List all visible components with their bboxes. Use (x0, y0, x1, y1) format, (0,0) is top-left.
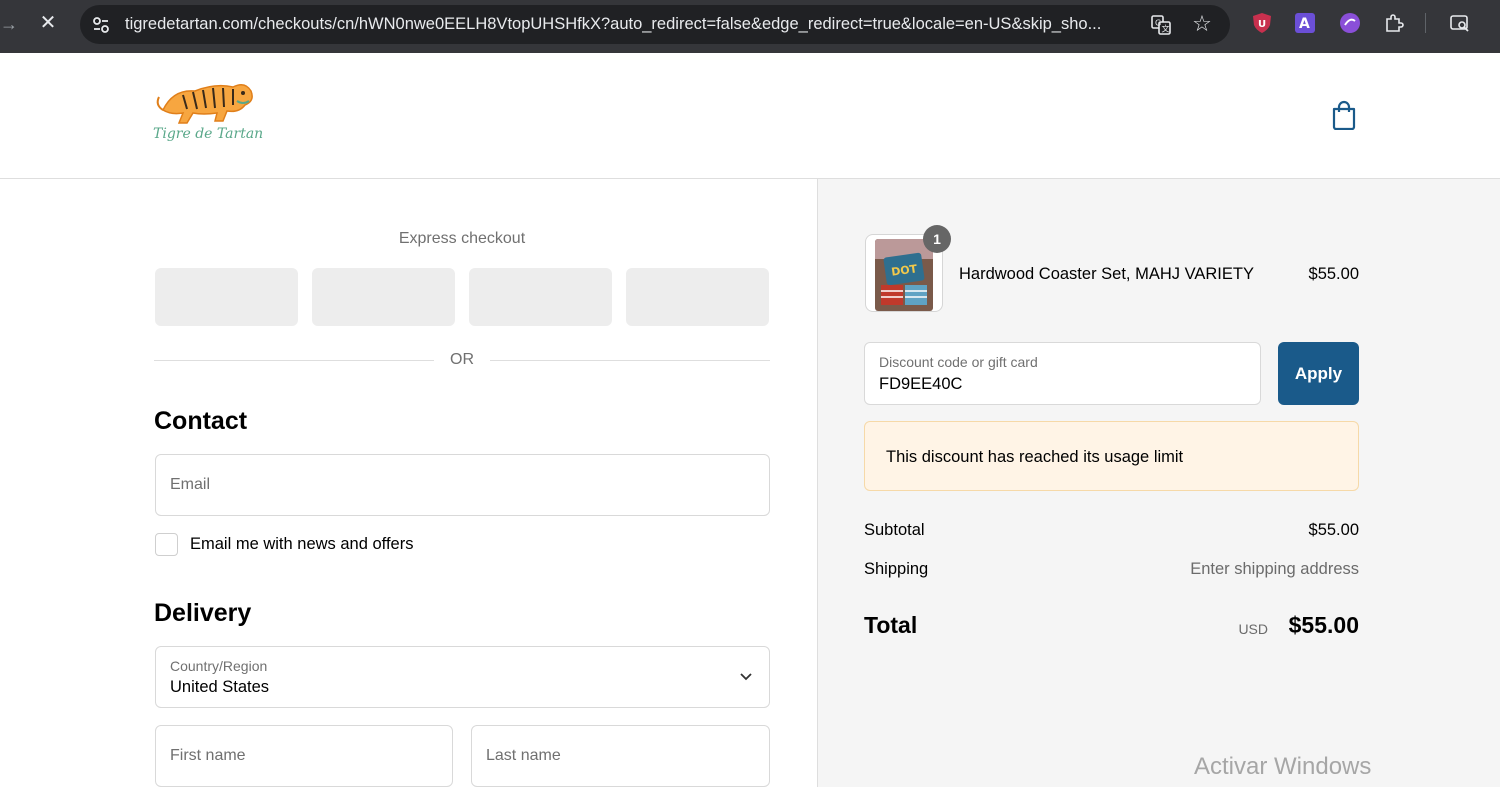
svg-text:A: A (1299, 16, 1310, 32)
browser-toolbar: → ✕ tigredetartan.com/checkouts/cn/hWN0n… (0, 0, 1500, 53)
extensions-puzzle-icon[interactable] (1383, 12, 1405, 34)
first-name-field[interactable]: First name (155, 725, 453, 787)
discount-error-alert: This discount has reached its usage limi… (864, 421, 1359, 491)
windows-activation-watermark: Activar Windows (1194, 753, 1372, 780)
express-payment-button[interactable] (626, 268, 769, 326)
discount-code-field[interactable]: Discount code or gift card FD9EE40C (864, 342, 1261, 405)
divider-line (490, 360, 770, 361)
shopping-bag-icon[interactable] (1330, 100, 1358, 130)
svg-text:文: 文 (1162, 24, 1170, 34)
font-extension-icon[interactable]: A (1294, 12, 1316, 34)
tiger-logo-icon (156, 84, 253, 124)
contact-heading: Contact (154, 407, 248, 435)
address-bar[interactable]: tigredetartan.com/checkouts/cn/hWN0nwe0E… (80, 5, 1230, 44)
subtotal-value: $55.00 (1308, 521, 1359, 539)
toolbar-divider (1425, 13, 1426, 33)
product-price: $55.00 (1308, 265, 1359, 283)
shipping-value: Enter shipping address (1190, 560, 1359, 578)
shipping-label: Shipping (864, 560, 929, 578)
or-divider: OR (154, 351, 770, 371)
country-select[interactable]: Country/Region United States (155, 646, 770, 708)
order-summary: DOT 1 Hardwood Coaster Set, MAHJ VARIETY… (817, 179, 1500, 787)
logo-text: Tigre de Tartan (153, 126, 264, 142)
first-name-placeholder: First name (170, 747, 246, 764)
stop-loading-icon[interactable]: ✕ (36, 11, 60, 35)
product-name: Hardwood Coaster Set, MAHJ VARIETY (959, 265, 1254, 283)
email-placeholder: Email (170, 476, 211, 493)
express-payment-button[interactable] (155, 268, 298, 326)
svg-text:U: U (1258, 19, 1266, 30)
apply-discount-button[interactable]: Apply (1278, 342, 1359, 405)
site-settings-icon[interactable] (90, 14, 112, 36)
total-label: Total (864, 612, 918, 638)
tab-search-icon[interactable] (1449, 12, 1471, 34)
product-image: DOT (875, 239, 933, 311)
forward-arrow-icon[interactable]: → (0, 12, 18, 36)
quantity-badge: 1 (923, 225, 951, 253)
url-text[interactable]: tigredetartan.com/checkouts/cn/hWN0nwe0E… (125, 5, 1135, 44)
last-name-placeholder: Last name (486, 747, 561, 764)
express-payment-button[interactable] (469, 268, 612, 326)
email-field[interactable]: Email (155, 454, 770, 516)
subtotal-label: Subtotal (864, 521, 925, 539)
site-header: Tigre de Tartan (0, 53, 1500, 179)
express-payment-button[interactable] (312, 268, 455, 326)
discount-label: Discount code or gift card (879, 354, 1038, 370)
newsletter-label[interactable]: Email me with news and offers (190, 535, 413, 554)
newsletter-checkbox[interactable] (155, 533, 178, 556)
bookmark-star-icon[interactable]: ☆ (1190, 12, 1214, 36)
country-value: United States (170, 678, 270, 696)
translate-icon[interactable]: G 文 (1150, 14, 1172, 36)
delivery-heading: Delivery (154, 599, 252, 627)
checkout-form: Express checkout OR Contact Email Email … (0, 179, 817, 787)
ublock-extension-icon[interactable]: U (1251, 12, 1273, 34)
total-currency: USD (1238, 621, 1268, 637)
express-checkout-title: Express checkout (398, 230, 526, 247)
svg-text:G: G (1155, 19, 1161, 28)
country-label: Country/Region (170, 658, 268, 674)
discount-error-text: This discount has reached its usage limi… (886, 448, 1184, 466)
discount-value[interactable]: FD9EE40C (879, 375, 962, 394)
last-name-field[interactable]: Last name (471, 725, 770, 787)
total-value: $55.00 (1288, 612, 1359, 638)
store-logo[interactable]: Tigre de Tartan (153, 75, 264, 153)
chevron-down-icon (740, 673, 752, 681)
purple-extension-icon[interactable] (1339, 12, 1361, 34)
